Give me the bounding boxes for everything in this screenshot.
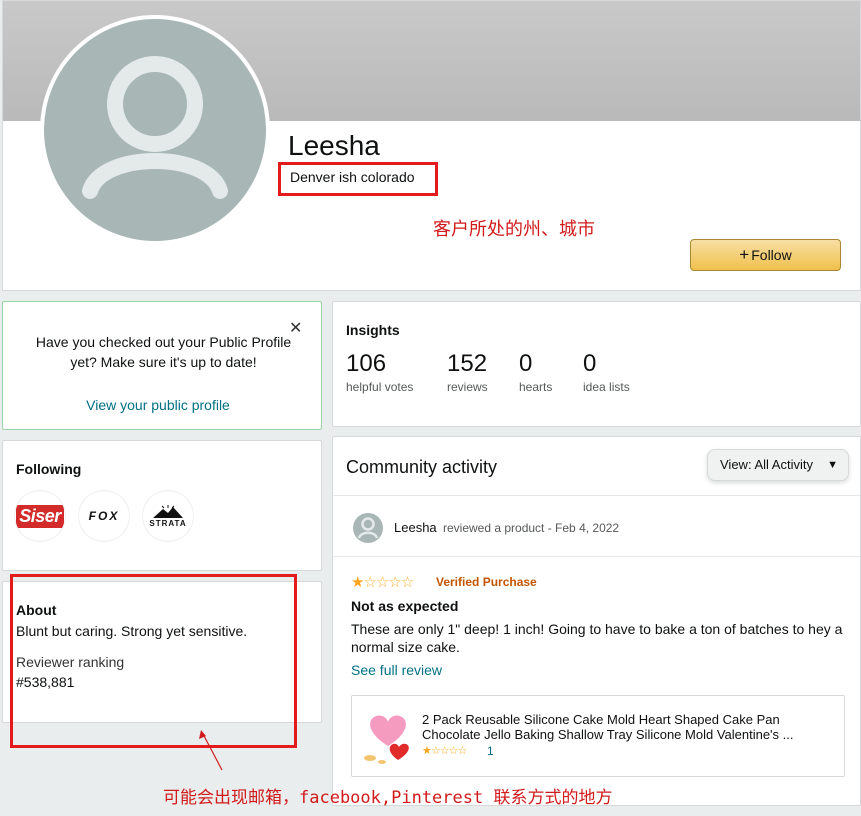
- stat-idea-lists: 0 idea lists: [583, 350, 630, 394]
- verified-purchase-badge: Verified Purchase: [436, 575, 537, 589]
- location-annotation: 客户所处的州、城市: [433, 219, 595, 240]
- activity-view-select[interactable]: View: All Activity ▼: [707, 449, 849, 481]
- review-body: These are only 1" deep! 1 inch! Going to…: [351, 621, 843, 655]
- product-title[interactable]: 2 Pack Reusable Silicone Cake Mold Heart…: [422, 712, 834, 742]
- star-empty-icon: ☆☆☆☆: [363, 574, 414, 591]
- about-annotation: 可能会出现邮箱，facebook,Pinterest 联系方式的地方: [163, 788, 613, 808]
- divider: [333, 495, 860, 496]
- location-highlight-box: [278, 162, 438, 196]
- profile-avatar: [40, 15, 270, 245]
- star-filled-icon: ★: [422, 745, 432, 757]
- user-avatar-icon[interactable]: [353, 513, 383, 543]
- stat-value: 0: [583, 350, 597, 377]
- following-card: Following Siser FOX STRATA: [2, 440, 322, 571]
- stat-label: idea lists: [583, 380, 630, 394]
- divider: [333, 556, 860, 557]
- strata-logo[interactable]: STRATA: [143, 491, 193, 541]
- profile-name: Leesha: [288, 130, 380, 161]
- product-rating-count[interactable]: 1: [487, 744, 494, 758]
- stat-hearts: 0 hearts: [519, 350, 552, 394]
- default-avatar-icon: [44, 19, 266, 241]
- view-select-label: View:: [720, 457, 752, 472]
- strata-logo-text: STRATA: [149, 518, 187, 528]
- notice-text: Have you checked out your Public Profile…: [35, 334, 292, 370]
- stat-value: 106: [346, 350, 387, 377]
- stat-helpful-votes: 106 helpful votes: [346, 350, 413, 394]
- follow-label: Follow: [751, 247, 792, 263]
- view-select-value: All Activity: [754, 457, 813, 472]
- fox-logo-text: FOX: [88, 509, 120, 523]
- reviewed-product-card[interactable]: 2 Pack Reusable Silicone Cake Mold Heart…: [351, 695, 845, 777]
- star-filled-icon: ★: [351, 574, 364, 591]
- siser-logo-text: Siser: [16, 504, 64, 528]
- following-list: Siser FOX STRATA: [15, 491, 193, 541]
- stat-value: 152: [447, 350, 488, 377]
- siser-logo[interactable]: Siser: [15, 491, 65, 541]
- community-activity-card: Community activity View: All Activity ▼ …: [332, 436, 861, 806]
- product-image[interactable]: [362, 708, 414, 766]
- plus-icon: +: [739, 245, 750, 264]
- profile-page: Leesha Denver ish colorado 客户所处的州、城市 + Fo…: [0, 0, 861, 816]
- following-title: Following: [16, 461, 82, 477]
- stat-label: hearts: [519, 380, 553, 394]
- follow-button[interactable]: + Follow: [690, 239, 841, 271]
- insights-card: Insights 106 helpful votes 152 reviews 0…: [332, 301, 861, 427]
- stat-label: helpful votes: [346, 380, 414, 394]
- chevron-down-icon: ▼: [827, 459, 838, 471]
- star-empty-icon: ☆☆☆☆: [430, 745, 467, 757]
- insights-title: Insights: [346, 322, 400, 338]
- mountain-icon: [152, 504, 183, 518]
- stat-label: reviews: [447, 380, 488, 394]
- fox-logo[interactable]: FOX: [79, 491, 129, 541]
- activity-title: Community activity: [346, 457, 498, 477]
- activity-user-name[interactable]: Leesha: [394, 520, 437, 535]
- about-highlight-box: [10, 574, 297, 748]
- stat-reviews: 152 reviews: [447, 350, 488, 394]
- product-star-rating: ★☆☆☆☆: [422, 744, 467, 757]
- see-full-review-link[interactable]: See full review: [351, 662, 442, 678]
- stat-value: 0: [519, 350, 533, 377]
- view-public-profile-link[interactable]: View your public profile: [3, 397, 313, 413]
- public-profile-notice: ✕ Have you checked out your Public Profi…: [2, 301, 322, 430]
- star-rating: ★☆☆☆☆: [351, 573, 414, 591]
- activity-meta: reviewed a product - Feb 4, 2022: [443, 521, 620, 535]
- review-title: Not as expected: [351, 598, 459, 614]
